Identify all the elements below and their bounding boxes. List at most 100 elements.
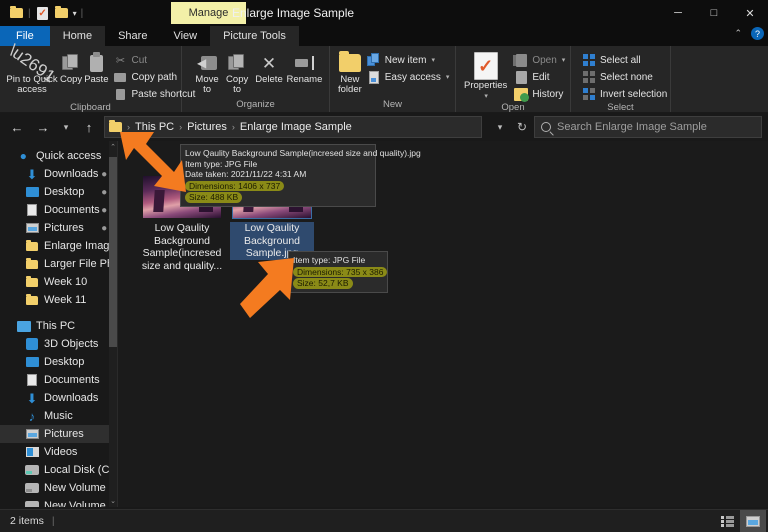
quick-access-toolbar: | ▾ | <box>0 5 84 21</box>
back-button[interactable]: ← <box>6 116 28 138</box>
copy-to-button[interactable]: Copy to <box>222 50 252 95</box>
sidebar-item-downloads-pc[interactable]: ⬇ Downloads <box>0 389 117 407</box>
chevron-down-icon[interactable]: ▾ <box>431 56 435 64</box>
sidebar-item-label: Downloads <box>44 392 99 404</box>
ribbon-group-clipboard: \u2691 Pin to Quick access Copy Paste ✂ … <box>0 40 195 113</box>
file-list-view[interactable]: Low Qaulity Background Sample(incresed s… <box>118 141 768 507</box>
search-input[interactable]: Search Enlarge Image Sample <box>534 116 762 138</box>
pictures-icon <box>25 427 39 441</box>
desktop-icon <box>25 185 39 199</box>
paste-button[interactable]: Paste <box>84 50 108 85</box>
tab-view[interactable]: View <box>160 26 210 46</box>
drive-icon <box>25 481 39 495</box>
sidebar-item-week-11[interactable]: Week 11 <box>0 291 117 309</box>
sidebar-item-pictures-qa[interactable]: Pictures ● <box>0 219 117 237</box>
sidebar-item-label: Documents <box>44 204 100 216</box>
properties-button[interactable]: Properties ▾ <box>464 50 507 100</box>
move-to-button[interactable]: ◀ Move to <box>192 50 222 95</box>
copy-button[interactable]: Copy <box>60 50 82 85</box>
tab-file[interactable]: File <box>0 26 50 46</box>
scroll-down-icon[interactable]: ⌄ <box>109 495 117 507</box>
edit-button[interactable]: Edit <box>511 69 568 85</box>
rename-button[interactable]: Rename <box>286 50 323 85</box>
history-icon <box>514 87 530 102</box>
select-all-button[interactable]: Select all <box>579 52 670 68</box>
qat-separator: | <box>28 7 31 19</box>
sidebar-item-documents[interactable]: Documents ● <box>0 201 117 219</box>
properties-icon[interactable] <box>35 5 51 21</box>
sidebar-item-videos[interactable]: Videos <box>0 443 117 461</box>
open-label: Open <box>532 54 557 66</box>
pin-to-quick-access-button[interactable]: \u2691 Pin to Quick access <box>5 40 58 95</box>
arrow-pointing-to-tooltip-2 <box>240 258 294 318</box>
refresh-button[interactable]: ↻ <box>514 116 530 138</box>
paste-shortcut-icon <box>113 87 127 101</box>
sidebar-item-quick-access[interactable]: ● Quick access <box>0 147 117 165</box>
new-item-label: New item <box>384 54 427 66</box>
details-view-button[interactable] <box>714 510 740 532</box>
sidebar-item-new-volume-g[interactable]: New Volume (G:) <box>0 497 117 507</box>
chevron-down-icon[interactable]: ▾ <box>446 73 450 81</box>
minimize-button[interactable]: ─ <box>660 0 696 26</box>
up-button[interactable]: ↑ <box>78 116 100 138</box>
new-item-button[interactable]: New item ▾ <box>364 52 453 68</box>
sidebar-item-3d-objects[interactable]: 3D Objects <box>0 335 117 353</box>
forward-button[interactable]: → <box>32 116 54 138</box>
sidebar-item-documents-pc[interactable]: Documents <box>0 371 117 389</box>
edit-label: Edit <box>532 71 550 83</box>
easy-access-button[interactable]: Easy access ▾ <box>364 69 453 85</box>
paste-icon <box>89 51 103 74</box>
sidebar-item-pictures[interactable]: Pictures <box>0 425 117 443</box>
sidebar-item-music[interactable]: ♪ Music <box>0 407 117 425</box>
breadcrumb-pictures[interactable]: Pictures <box>187 121 227 133</box>
sidebar-item-this-pc[interactable]: This PC <box>0 317 117 335</box>
sidebar-item-downloads[interactable]: ⬇ Downloads ● <box>0 165 117 183</box>
ribbon-help-row: ⌃ ? <box>734 27 764 40</box>
help-icon[interactable]: ? <box>751 27 764 40</box>
tab-home[interactable]: Home <box>49 26 106 46</box>
sidebar-item-week-10[interactable]: Week 10 <box>0 273 117 291</box>
sidebar-item-desktop[interactable]: Desktop ● <box>0 183 117 201</box>
sidebar-item-local-disk-c[interactable]: Local Disk (C:) <box>0 461 117 479</box>
sidebar-item-desktop-pc[interactable]: Desktop <box>0 353 117 371</box>
sidebar-item-enlarge-image-sample[interactable]: Enlarge Image Sa <box>0 237 117 255</box>
sidebar-item-label: Week 10 <box>44 276 88 288</box>
new-folder-button[interactable]: New folder <box>338 50 362 95</box>
pin-icon[interactable]: ● <box>98 222 109 234</box>
properties-label: Properties <box>464 80 508 91</box>
tab-picture-tools[interactable]: Picture Tools <box>210 26 299 46</box>
invert-selection-button[interactable]: Invert selection <box>579 86 670 102</box>
tab-share[interactable]: Share <box>105 26 160 46</box>
folder-icon[interactable] <box>8 5 24 21</box>
maximize-button[interactable]: □ <box>696 0 732 26</box>
large-icons-view-button[interactable] <box>740 510 766 532</box>
sidebar-item-label: Desktop <box>44 186 85 198</box>
close-button[interactable]: ✕ <box>732 0 768 26</box>
pin-icon[interactable]: ● <box>98 204 109 216</box>
delete-icon: ✕ <box>261 53 277 73</box>
breadcrumb-enlarge-image-sample[interactable]: Enlarge Image Sample <box>240 121 352 133</box>
cut-label: Cut <box>131 54 148 66</box>
chevron-down-icon[interactable]: ▾ <box>562 56 566 64</box>
downloads-icon: ⬇ <box>26 166 38 182</box>
address-dropdown-button[interactable]: ▾ <box>492 116 508 138</box>
new-folder-label: New folder <box>338 74 362 95</box>
sidebar-item-label: Music <box>44 410 73 422</box>
recent-locations-button[interactable]: ▾ <box>58 116 74 138</box>
select-none-button[interactable]: Select none <box>579 69 670 85</box>
status-bar: 2 items | <box>0 509 768 532</box>
delete-button[interactable]: ✕ Delete <box>252 50 286 85</box>
qat-separator-2: | <box>80 7 84 19</box>
new-folder-icon[interactable] <box>54 5 70 21</box>
navigation-pane[interactable]: ● Quick access ⬇ Downloads ● Desktop ● D… <box>0 141 118 507</box>
properties-icon <box>473 52 498 80</box>
history-button[interactable]: History <box>511 86 568 102</box>
sidebar-item-larger-file-photos[interactable]: Larger File Photos <box>0 255 117 273</box>
chevron-down-icon[interactable]: ▾ <box>73 9 77 18</box>
rename-icon <box>294 52 315 74</box>
chevron-down-icon[interactable]: ▾ <box>484 92 488 100</box>
large-icons-view-icon <box>746 516 760 527</box>
chevron-up-icon[interactable]: ⌃ <box>734 28 742 39</box>
sidebar-item-new-volume-e[interactable]: New Volume (E:) <box>0 479 117 497</box>
open-button[interactable]: Open ▾ <box>511 52 568 68</box>
